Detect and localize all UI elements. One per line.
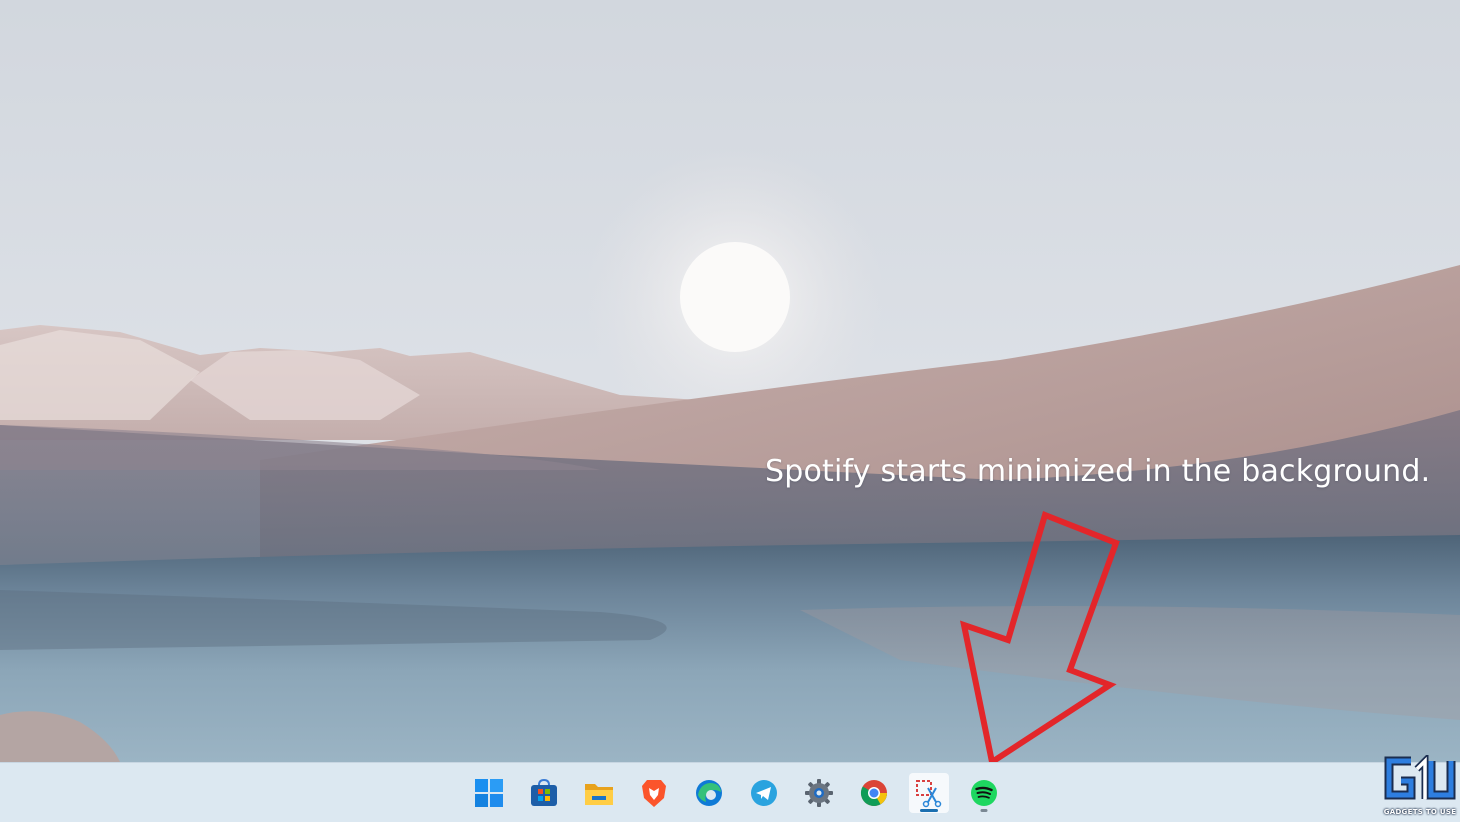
arrow-outline — [960, 511, 1120, 762]
store-bag-icon — [531, 778, 557, 806]
taskbar-telegram[interactable] — [744, 773, 784, 813]
taskbar-snipping-tool[interactable] — [909, 773, 949, 813]
taskbar-google-chrome[interactable] — [854, 773, 894, 813]
running-indicator — [920, 809, 938, 812]
telegram-plane-icon — [751, 780, 777, 806]
taskbar-file-explorer[interactable] — [579, 773, 619, 813]
taskbar-microsoft-store[interactable] — [524, 773, 564, 813]
taskbar-settings[interactable] — [799, 773, 839, 813]
running-indicator — [980, 809, 988, 812]
gu-logo-icon — [1384, 752, 1456, 800]
windows-logo-icon — [475, 779, 503, 807]
annotation-caption: Spotify starts minimized in the backgrou… — [765, 454, 1431, 489]
red-arrow-annotation — [960, 511, 1120, 762]
taskbar-spotify[interactable] — [964, 773, 1004, 813]
scissors-icon — [916, 780, 942, 808]
taskbar-brave-browser[interactable] — [634, 773, 674, 813]
desktop-wallpaper: Spotify starts minimized in the backgrou… — [0, 0, 1460, 762]
gear-icon — [805, 779, 833, 807]
start-button[interactable] — [469, 773, 509, 813]
edge-icon — [696, 780, 722, 806]
chrome-icon — [860, 780, 888, 807]
taskbar-microsoft-edge[interactable] — [689, 773, 729, 813]
watermark-brand-text: GADGETS TO USE — [1383, 808, 1457, 816]
folder-icon — [585, 784, 613, 805]
spotify-icon — [971, 780, 997, 806]
wallpaper-image — [0, 0, 1460, 762]
taskbar — [0, 762, 1460, 822]
brave-lion-icon — [642, 780, 666, 807]
gadgets-to-use-watermark: GADGETS TO USE — [1381, 752, 1459, 819]
